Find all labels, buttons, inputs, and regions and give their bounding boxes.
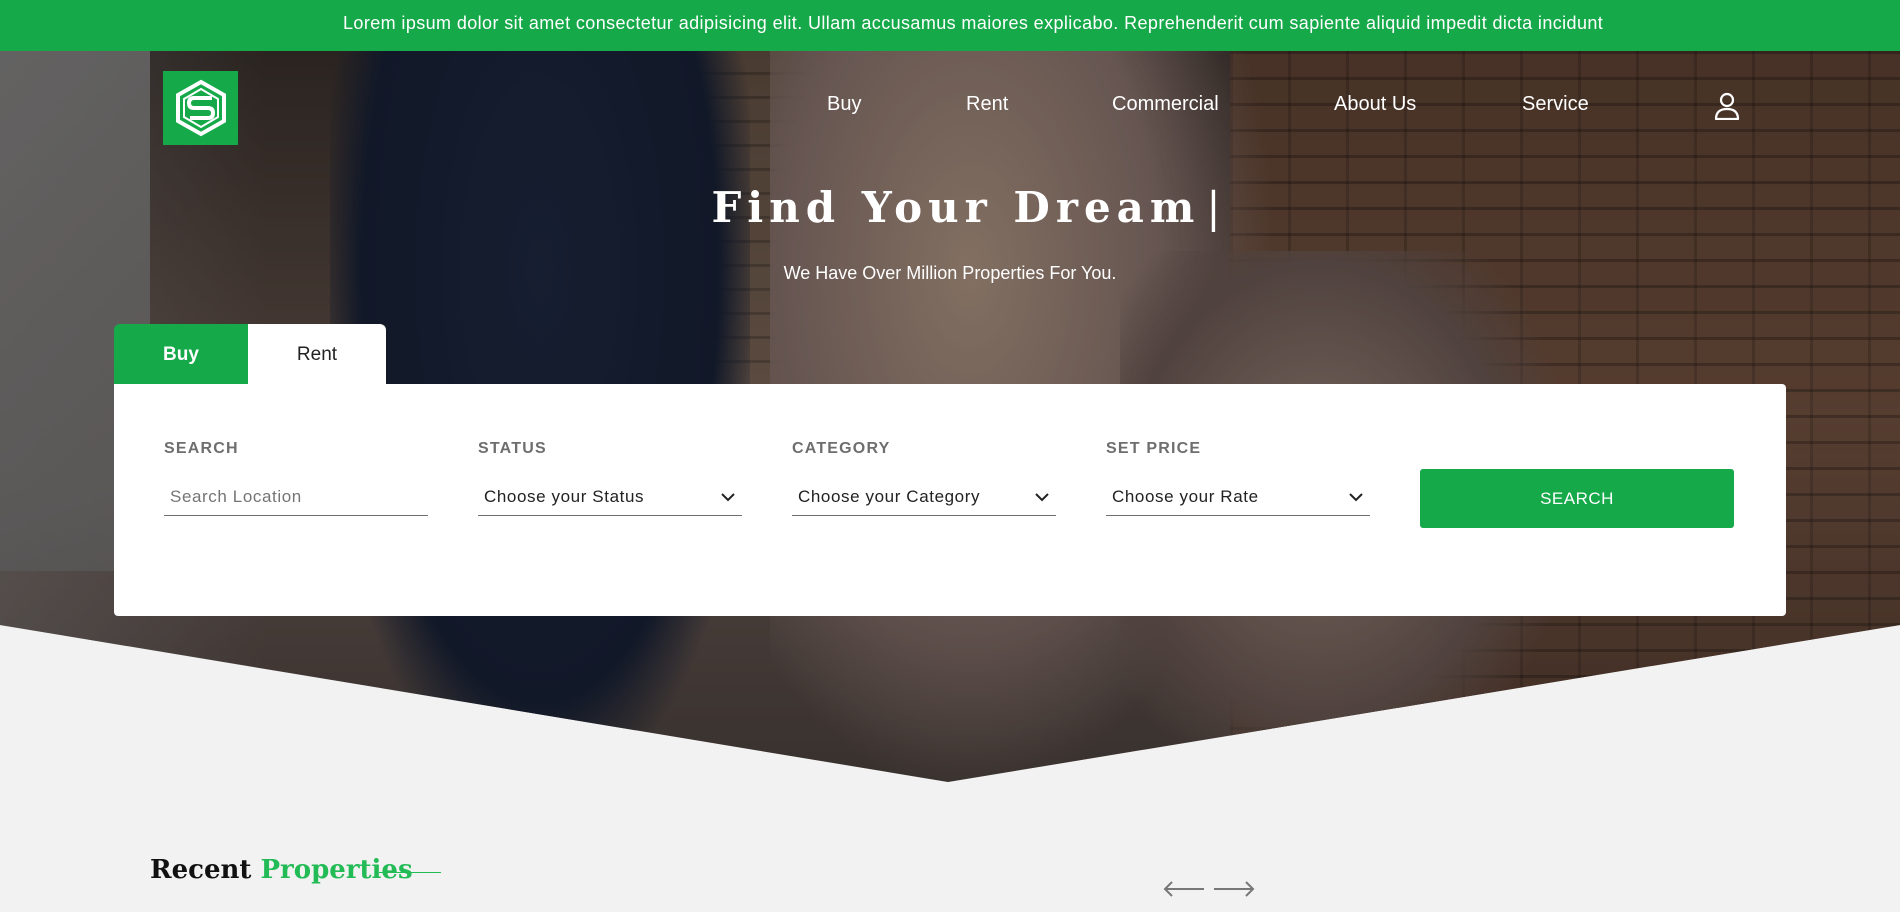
price-select-value: Choose your Rate bbox=[1112, 486, 1259, 506]
nav-buy[interactable]: Buy bbox=[827, 93, 861, 116]
announcement-text: Lorem ipsum dolor sit amet consectetur a… bbox=[343, 13, 1604, 33]
price-field: SET PRICE Choose your Rate bbox=[1106, 440, 1370, 516]
search-button[interactable]: SEARCH bbox=[1420, 469, 1734, 528]
status-label: STATUS bbox=[478, 440, 547, 457]
section-title-part2: Properties bbox=[260, 855, 413, 885]
hero-subtitle: We Have Over Million Properties For You. bbox=[783, 263, 1117, 283]
announcement-bar: Lorem ipsum dolor sit amet consectetur a… bbox=[0, 0, 1900, 51]
nav-about-us[interactable]: About Us bbox=[1334, 93, 1416, 116]
chevron-down-icon bbox=[1035, 492, 1049, 501]
section-title-rule bbox=[379, 872, 441, 873]
status-select[interactable]: Choose your Status bbox=[478, 478, 742, 516]
main-nav: Buy Rent Commercial About Us Service bbox=[0, 93, 1900, 123]
arrow-left-icon[interactable] bbox=[1162, 879, 1206, 899]
tab-rent[interactable]: Rent bbox=[248, 324, 386, 385]
hero-title-text: Find Your Dream bbox=[711, 183, 1201, 232]
nav-rent[interactable]: Rent bbox=[966, 93, 1008, 116]
search-location-field[interactable] bbox=[164, 478, 428, 516]
search-field: SEARCH bbox=[164, 440, 428, 516]
chevron-down-icon bbox=[1349, 492, 1363, 501]
nav-service[interactable]: Service bbox=[1522, 93, 1589, 116]
section-title: Recent Properties bbox=[150, 855, 413, 885]
hero-title: Find Your Dream | bbox=[0, 183, 1900, 232]
category-select[interactable]: Choose your Category bbox=[792, 478, 1056, 516]
category-label: CATEGORY bbox=[792, 440, 891, 457]
price-label: SET PRICE bbox=[1106, 440, 1202, 457]
category-select-value: Choose your Category bbox=[798, 486, 981, 506]
nav-commercial[interactable]: Commercial bbox=[1112, 93, 1219, 116]
user-icon[interactable] bbox=[1714, 92, 1740, 120]
price-select[interactable]: Choose your Rate bbox=[1106, 478, 1370, 516]
search-location-input[interactable] bbox=[170, 486, 422, 507]
search-label: SEARCH bbox=[164, 440, 239, 457]
status-field: STATUS Choose your Status bbox=[478, 440, 742, 516]
status-select-value: Choose your Status bbox=[484, 486, 645, 506]
category-field: CATEGORY Choose your Category bbox=[792, 440, 1056, 516]
tab-buy[interactable]: Buy bbox=[114, 324, 248, 385]
arrow-right-icon[interactable] bbox=[1212, 879, 1256, 899]
chevron-down-icon bbox=[721, 492, 735, 501]
typing-caret: | bbox=[1206, 183, 1221, 232]
section-title-part1: Recent bbox=[150, 855, 252, 885]
property-search-panel: SEARCH STATUS Choose your Status CATEGOR… bbox=[114, 384, 1786, 616]
